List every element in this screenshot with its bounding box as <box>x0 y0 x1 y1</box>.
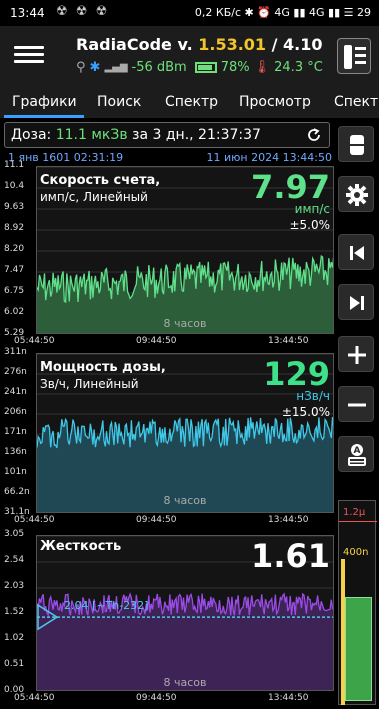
dose-rate-error: ±15.0% <box>281 405 330 419</box>
record-toggle-button[interactable] <box>338 126 374 162</box>
status-bar: 13:44 ☢ ☢ ☢ 0,2 КБ/с ✱ ⏰ 4G ▮▮ 4G ▮▮ ☰ 2… <box>0 0 379 26</box>
hardness-span: 8 часов <box>163 676 207 689</box>
menu-icon[interactable] <box>14 42 44 70</box>
y-tick-label: 2.54 <box>4 555 25 565</box>
tab-view[interactable]: Просмотр <box>239 94 311 110</box>
app-name: RadiaCode v. <box>76 35 199 54</box>
x-tick-label: 13:44:50 <box>268 336 309 346</box>
gear-icon[interactable] <box>338 176 374 212</box>
y-tick-label: 6.02 <box>4 307 25 317</box>
reset-dose-icon[interactable] <box>305 126 323 144</box>
y-tick-label: 7.47 <box>4 265 25 275</box>
zoom-in-icon[interactable] <box>338 336 374 372</box>
y-tick-label: 136n <box>4 447 27 457</box>
hardness-value: 1.61 <box>251 537 330 575</box>
active-tab-indicator <box>4 115 84 118</box>
dose-summary: Доза: 11.1 мкЗв за 3 дн., 21:37:37 <box>4 122 330 148</box>
dose-label: Доза: <box>11 127 56 143</box>
tab-graphs[interactable]: Графики <box>12 94 77 110</box>
y-tick-label: 8.92 <box>4 223 25 233</box>
x-tick-label: 13:44:50 <box>268 693 309 703</box>
y-tick-label: 10.4 <box>4 181 25 191</box>
y-tick-label: 1.02 <box>4 633 25 643</box>
tab-bar: Графики Поиск Спектр Просмотр Спектр <box>0 88 379 118</box>
auto-scale-icon[interactable]: A <box>338 436 374 472</box>
skip-forward-icon[interactable] <box>338 284 374 320</box>
dose-rate-panel: Мощность дозы, Зв/ч, Линейный 129 нЗв/ч … <box>4 347 334 529</box>
signal-icon: ▂▄▆ <box>104 62 128 73</box>
dose-rate-value: 129 <box>263 355 330 393</box>
level-fill <box>345 597 372 701</box>
y-tick-label: 241n <box>4 387 27 397</box>
count-rate-unit: имп/с <box>294 202 330 216</box>
zoom-out-icon[interactable] <box>338 386 374 422</box>
app-title: RadiaCode v. 1.53.01 / 4.10 <box>76 35 323 54</box>
battery-icon <box>194 62 217 73</box>
spectrum-level-indicator: 1.2μ 400n <box>338 500 377 705</box>
y-tick-label: 66.2n <box>4 487 30 497</box>
x-tick-label: 13:44:50 <box>268 515 309 525</box>
battery-level: 78% <box>220 60 250 75</box>
y-tick-label: 11.1 <box>4 160 25 170</box>
y-tick-label: 3.05 <box>4 529 25 539</box>
count-rate-error: ±5.0% <box>289 218 330 232</box>
x-tick-label: 09:44:50 <box>136 693 177 703</box>
bluetooth-icon: ✱ <box>89 60 101 75</box>
isotope-marker-label: 2.04 [~Th-232] <box>64 599 149 612</box>
y-tick-label: 6.75 <box>4 286 25 296</box>
count-rate-span: 8 часов <box>163 317 207 330</box>
tab-spectrum[interactable]: Спектр <box>165 94 218 110</box>
x-tick-label: 09:44:50 <box>136 515 177 525</box>
firmware-version: / 4.10 <box>266 35 323 54</box>
x-tick-label: 05:44:50 <box>14 336 55 346</box>
y-tick-label: 206n <box>4 407 27 417</box>
count-rate-subtitle: имп/с, Линейный <box>40 190 148 204</box>
temperature: 24.3 °C <box>274 60 323 75</box>
hardness-title: Жесткость <box>40 539 122 554</box>
time-range: 1 янв 1601 02:31:19 11 июн 2024 13:44:50 <box>8 151 332 164</box>
level-label-high: 1.2μ <box>343 507 366 518</box>
dose-value: 11.1 мкЗв <box>55 127 128 143</box>
tab-search[interactable]: Поиск <box>97 94 141 110</box>
signal-strength: -56 dBm <box>131 60 187 75</box>
app-header: RadiaCode v. 1.53.01 / 4.10 ⚲ ✱ ▂▄▆ -56 … <box>0 26 379 88</box>
dose-period: за 3 дн., 21:37:37 <box>127 127 261 143</box>
y-tick-label: 276n <box>4 367 27 377</box>
dose-rate-subtitle: Зв/ч, Линейный <box>40 377 139 391</box>
y-tick-label: 311n <box>4 347 27 357</box>
x-tick-label: 05:44:50 <box>14 693 55 703</box>
count-rate-title: Скорость счета, <box>40 173 161 188</box>
device-info: ⚲ ✱ ▂▄▆ -56 dBm 78% 🌡 24.3 °C <box>76 60 323 75</box>
status-notification-icons: ☢ ☢ ☢ <box>56 4 110 19</box>
level-threshold-high <box>339 521 377 522</box>
status-right-info: 0,2 КБ/с ✱ ⏰ 4G ▮▮ 4G ▮▮ ☰ 29 <box>194 6 371 19</box>
svg-text:A: A <box>354 446 361 456</box>
app-version: 1.53.01 <box>198 35 267 54</box>
y-tick-label: 0.51 <box>4 659 25 669</box>
tab-spectrum-2[interactable]: Спектр <box>334 94 379 110</box>
y-tick-label: 171n <box>4 427 27 437</box>
range-end: 11 июн 2024 13:44:50 <box>206 151 333 164</box>
y-tick-label: 101n <box>4 467 27 477</box>
dose-rate-title: Мощность дозы, <box>40 360 166 375</box>
skip-back-icon[interactable] <box>338 234 374 270</box>
y-tick-label: 9.63 <box>4 202 25 212</box>
count-rate-value: 7.97 <box>251 168 330 206</box>
y-tick-label: 1.52 <box>4 607 25 617</box>
device-settings-icon[interactable] <box>337 38 371 74</box>
thermometer-icon: 🌡 <box>253 60 271 75</box>
y-tick-label: 2.03 <box>4 581 25 591</box>
dose-rate-unit: нЗв/ч <box>296 389 330 403</box>
hardness-panel: Жесткость 1.61 8 часов 2.04 [~Th-232] 3.… <box>4 529 334 707</box>
status-time: 13:44 <box>10 6 45 20</box>
y-tick-label: 8.20 <box>4 244 25 254</box>
location-icon: ⚲ <box>76 60 86 75</box>
level-label-mid: 400n <box>343 547 369 558</box>
count-rate-panel: Скорость счета, имп/с, Линейный 7.97 имп… <box>4 160 334 352</box>
x-tick-label: 05:44:50 <box>14 515 55 525</box>
dose-rate-span: 8 часов <box>163 494 207 507</box>
x-tick-label: 09:44:50 <box>136 336 177 346</box>
